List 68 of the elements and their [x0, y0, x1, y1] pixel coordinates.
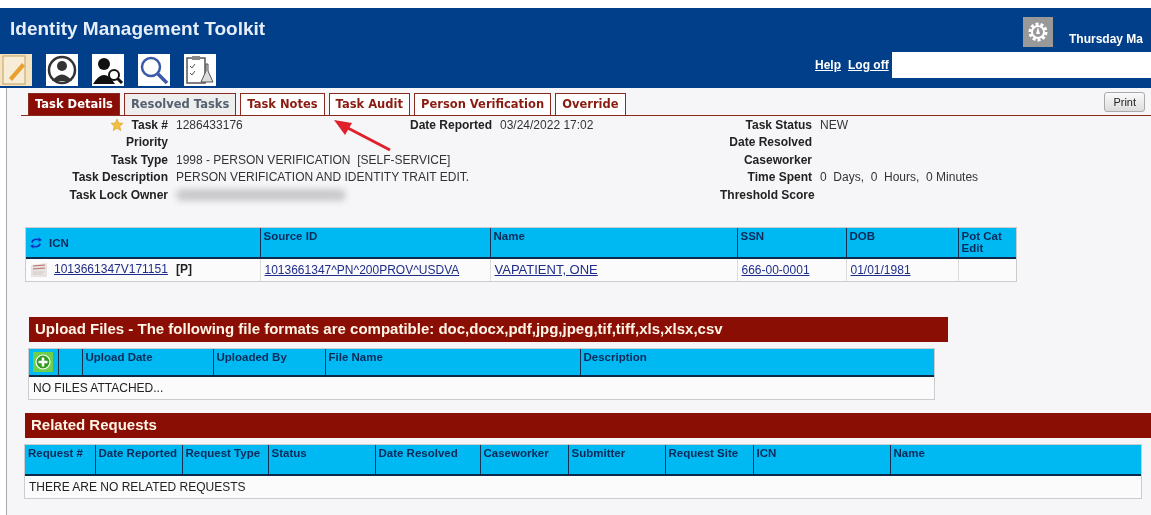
date-text: Thursday Ma	[1069, 32, 1143, 46]
table-header-cell: Submitter	[568, 444, 665, 475]
table-header-cell: SSN	[737, 227, 846, 258]
search-icon[interactable]	[138, 54, 170, 86]
table-header-cell: Request Type	[182, 444, 268, 475]
table-header-cell: File Name	[325, 348, 580, 376]
source-id-link[interactable]: 1013661347^PN^200PROV^USDVA	[264, 262, 460, 277]
add-icon[interactable]	[33, 351, 53, 372]
table-header-cell: ICN	[49, 236, 69, 249]
table-header-cell: Name	[490, 227, 737, 258]
app-title: Identity Management Toolkit	[9, 17, 267, 41]
file-icon	[30, 262, 48, 277]
table-header-cell: Request #	[25, 444, 95, 475]
table-header-cell: Status	[268, 444, 375, 475]
table-header-cell: Source ID	[260, 227, 490, 258]
field-label: Task Type	[111, 152, 168, 167]
refresh-icon[interactable]	[29, 235, 43, 250]
user-icon[interactable]	[46, 54, 78, 86]
field-value: 1998 - PERSON VERIFICATION [SELF-SERVICE]	[175, 152, 452, 167]
print-button[interactable]: Print	[1104, 92, 1145, 112]
empty-message: THERE ARE NO RELATED REQUESTS	[29, 479, 246, 494]
clipboard-flask-icon[interactable]	[184, 54, 216, 86]
header-link[interactable]: Help	[815, 58, 841, 72]
tab[interactable]: Override	[555, 93, 626, 115]
table-header-cell: ICN	[753, 444, 890, 475]
gear-icon[interactable]	[1023, 17, 1053, 47]
table-header-cell: Date Reported	[95, 444, 182, 475]
icn-tag: [P]	[175, 262, 192, 277]
table-header-cell: DOB	[846, 227, 958, 258]
header-link[interactable]: Log off	[848, 58, 889, 72]
field-value: 0 Days, 0 Hours, 0 Minutes	[819, 170, 980, 185]
field-label: Task Lock Owner	[69, 187, 168, 202]
tab[interactable]: Task Details	[28, 93, 120, 115]
name-link[interactable]: VAPATIENT, ONE	[494, 262, 598, 277]
tab[interactable]: Task Notes	[240, 93, 325, 115]
ssn-link[interactable]: 666-00-0001	[741, 262, 810, 277]
field-label: Threshold Score	[720, 187, 816, 202]
tab[interactable]: Task Audit	[328, 93, 410, 115]
field-label: Date Reported	[409, 117, 493, 132]
table-header-cell: Date Resolved	[375, 444, 480, 475]
table-header-cell: Name	[890, 444, 1141, 475]
field-label: Task Status	[744, 117, 813, 132]
user-search-icon[interactable]	[92, 54, 124, 86]
field-label: Priority	[126, 135, 168, 150]
search-field[interactable]	[891, 52, 1151, 78]
table-header-cell: Request Site	[665, 444, 753, 475]
field-label: Task Description	[72, 170, 168, 185]
table-header-cell: Upload Date	[82, 348, 213, 376]
section-header: Related Requests	[25, 412, 1151, 438]
table-header-cell: Caseworker	[480, 444, 568, 475]
table-header-cell: Description	[580, 348, 934, 376]
field-value: 03/24/2022 17:02	[499, 117, 595, 132]
dob-link[interactable]: 01/01/1981	[850, 262, 911, 277]
star-icon[interactable]	[109, 117, 124, 132]
field-label: Task #	[131, 117, 168, 132]
field-label: Date Resolved	[728, 135, 813, 150]
empty-message: NO FILES ATTACHED...	[33, 380, 164, 395]
field-label: Time Spent	[746, 170, 813, 185]
annotation-arrow	[332, 118, 392, 152]
field-label: Caseworker	[742, 152, 813, 167]
table-header-cell: Uploaded By	[213, 348, 325, 376]
tab[interactable]: Person Verification	[414, 93, 552, 115]
table-header-cell: Pot Cat Edit	[958, 227, 1016, 258]
field-value: NEW	[819, 117, 849, 132]
field-value: 1286433176	[175, 117, 244, 132]
section-header: Upload Files - The following file formats are compatible: doc,docx,pdf,jpg,jpeg,tif,tiff,xls,xlsx,csv	[29, 316, 948, 342]
field-value: PERSON VERIFICATION AND IDENTITY TRAIT EDIT.	[175, 170, 471, 185]
icn-link[interactable]: 1013661347V171151	[54, 262, 168, 277]
